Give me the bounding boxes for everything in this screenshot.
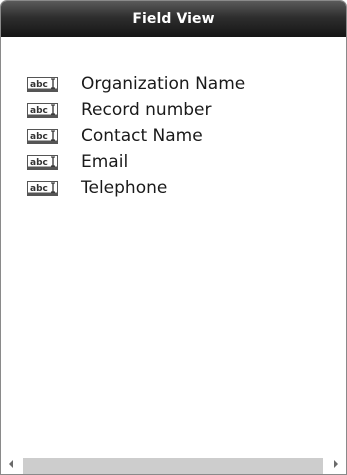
- text-field-icon: abc: [27, 76, 61, 93]
- text-field-icon: abc: [27, 180, 61, 197]
- chevron-left-icon: [9, 460, 13, 468]
- svg-text:abc: abc: [30, 132, 48, 142]
- svg-text:abc: abc: [30, 106, 48, 116]
- field-item-telephone[interactable]: abc Telephone: [1, 175, 346, 201]
- svg-text:abc: abc: [30, 80, 48, 90]
- scroll-right-button[interactable]: [326, 454, 346, 474]
- field-item-organization-name[interactable]: abc Organization Name: [1, 71, 346, 97]
- horizontal-scrollbar[interactable]: [1, 454, 346, 474]
- field-label: Record number: [81, 100, 212, 120]
- field-item-contact-name[interactable]: abc Contact Name: [1, 123, 346, 149]
- field-label: Telephone: [81, 178, 168, 198]
- field-list: abc Organization Name abc Record number …: [1, 71, 346, 201]
- panel-title: Field View: [132, 11, 215, 27]
- scroll-left-button[interactable]: [1, 454, 21, 474]
- field-item-email[interactable]: abc Email: [1, 149, 346, 175]
- field-item-record-number[interactable]: abc Record number: [1, 97, 346, 123]
- svg-text:abc: abc: [30, 184, 48, 194]
- text-field-icon: abc: [27, 154, 61, 171]
- scroll-thumb[interactable]: [23, 458, 323, 474]
- field-label: Email: [81, 152, 129, 172]
- text-field-icon: abc: [27, 128, 61, 145]
- text-field-icon: abc: [27, 102, 61, 119]
- field-label: Organization Name: [81, 74, 246, 94]
- field-label: Contact Name: [81, 126, 203, 146]
- svg-text:abc: abc: [30, 158, 48, 168]
- field-view-panel: Field View abc Organization Name abc Rec…: [0, 0, 347, 475]
- panel-title-bar: Field View: [1, 1, 346, 37]
- chevron-right-icon: [334, 460, 338, 468]
